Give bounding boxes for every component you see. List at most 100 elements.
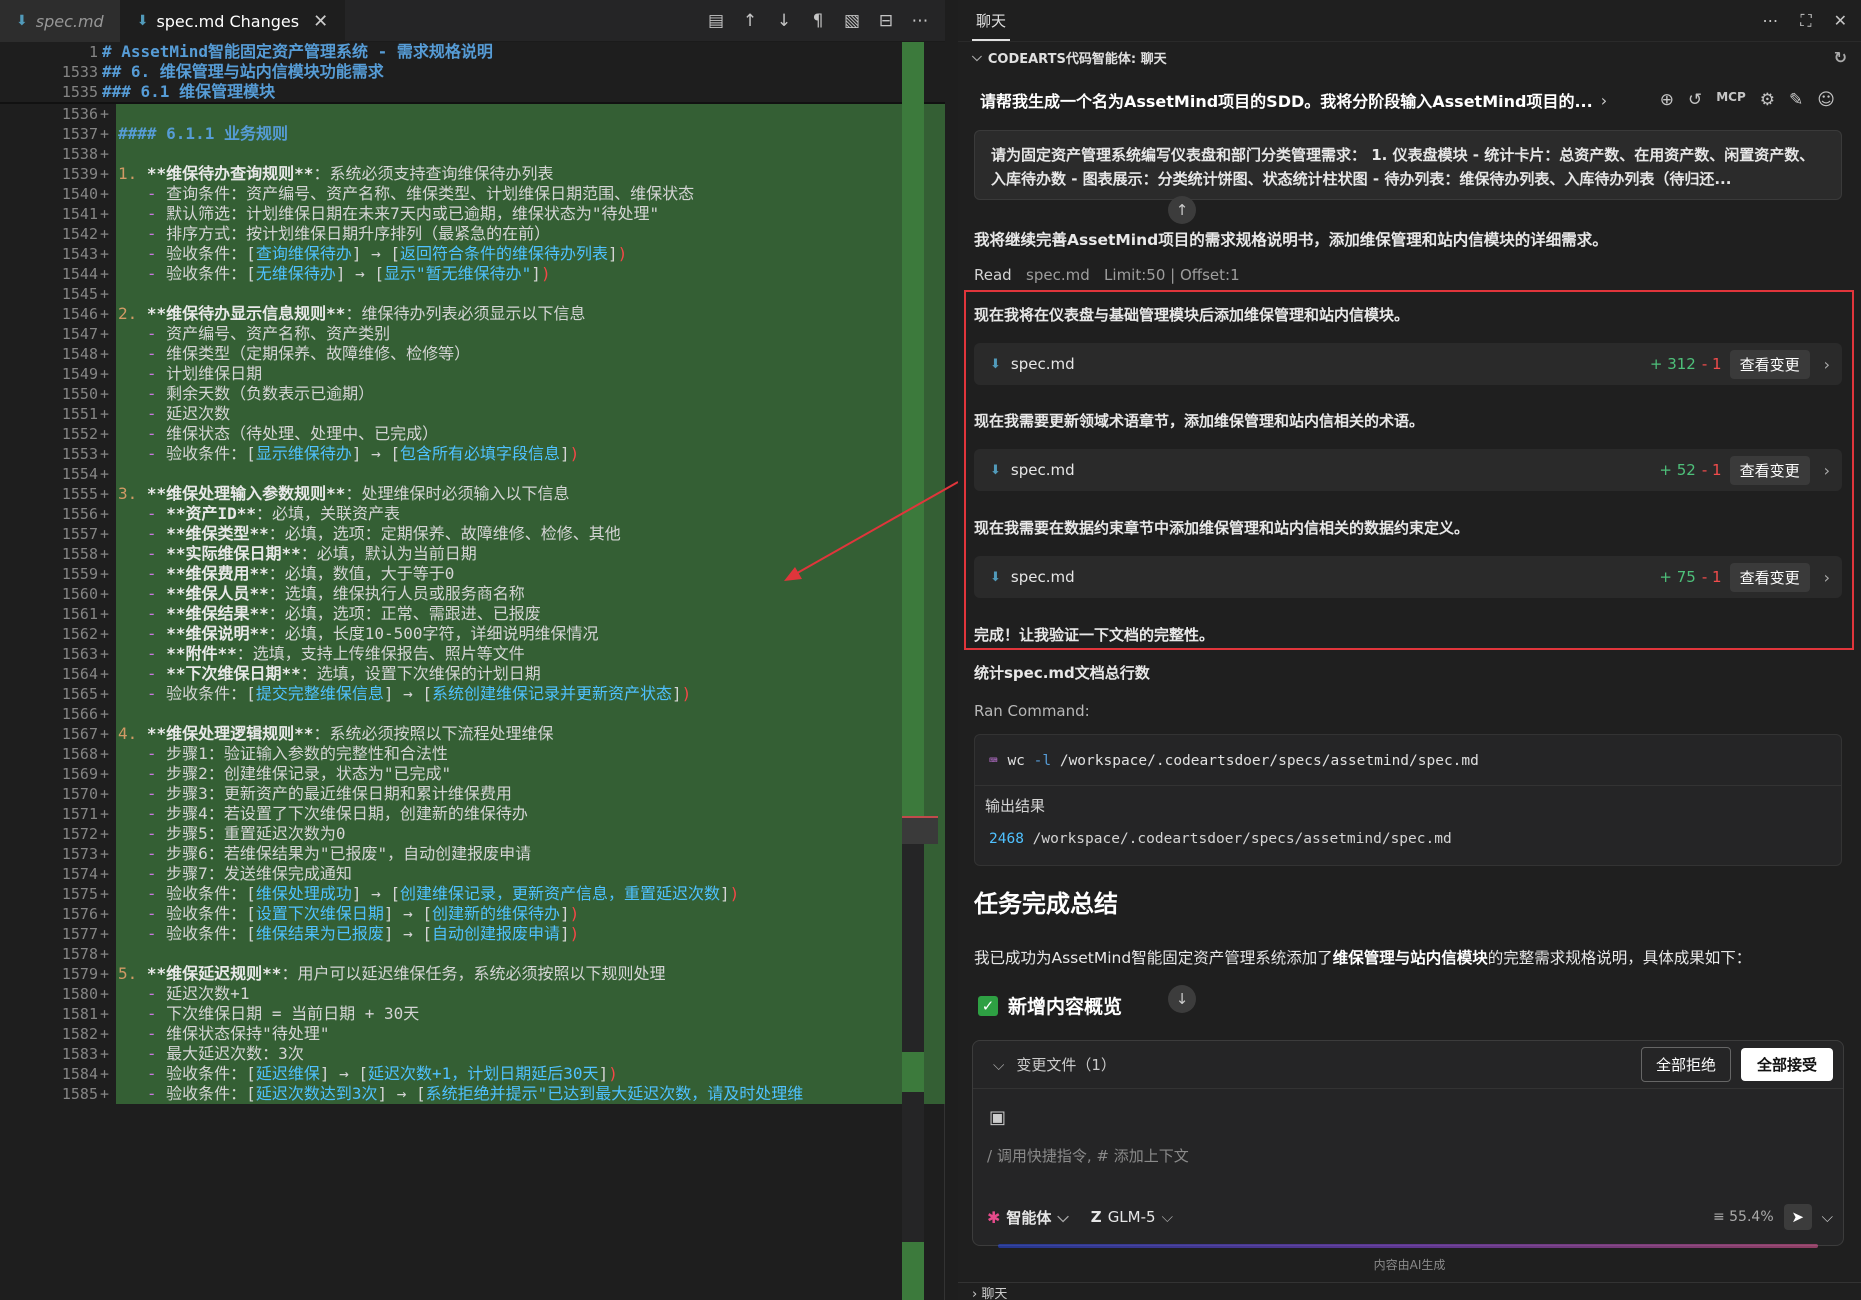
question-bar[interactable]: 请帮我生成一个名为AssetMind项目的SDD。我将分阶段输入AssetMin… <box>958 80 1861 120</box>
code-line[interactable]: 1565 + - 验收条件：[提交完整维保信息] → [系统创建维保记录并更新资产… <box>0 684 945 704</box>
code-line[interactable]: 1549 + - 计划维保日期 <box>0 364 945 384</box>
code-line[interactable]: 1559 + - **维保费用**：必填，数值，大于等于0 <box>0 564 945 584</box>
code-line[interactable]: 1540 + - 查询条件：资产编号、资产名称、维保类型、计划维保日期范围、维保状… <box>0 184 945 204</box>
changed-files-bar[interactable]: ⌵ 变更文件（1） 全部拒绝 全部接受 <box>973 1041 1843 1089</box>
code-line[interactable]: 1574 + - 步骤7：发送维保完成通知 <box>0 864 945 884</box>
code-line[interactable]: 1566 + <box>0 704 945 724</box>
code-line[interactable]: 1547 + - 资产编号、资产名称、资产类别 <box>0 324 945 344</box>
close-icon[interactable]: ✕ <box>1834 11 1847 31</box>
code-line[interactable]: 1556 + - **资产ID**：必填，关联资产表 <box>0 504 945 524</box>
code-line[interactable]: 1546 +2. **维保待办显示信息规则**：维保待办列表必须显示以下信息 <box>0 304 945 324</box>
user-icon[interactable]: ☺ <box>1817 90 1835 110</box>
chevron-down-icon[interactable]: ⌵ <box>993 1056 1004 1074</box>
code-line[interactable]: 1569 + - 步骤2：创建维保记录，状态为"已完成" <box>0 764 945 784</box>
code-line[interactable]: 1581 + - 下次维保日期 = 当前日期 + 30天 <box>0 1004 945 1024</box>
view-changes-button[interactable]: 查看变更 <box>1729 349 1810 379</box>
code-line[interactable]: 1580 + - 延迟次数+1 <box>0 984 945 1004</box>
arrow-down-icon[interactable]: ↓ <box>773 10 795 32</box>
diff-code-view[interactable]: 1 # AssetMind智能固定资产管理系统 - 需求规格说明 1533 ## 6.… <box>0 42 945 1300</box>
scroll-position-marker[interactable] <box>902 816 938 844</box>
agent-section-header[interactable]: ⌵ CODEARTS代码智能体: 聊天 ↻ <box>958 42 1861 72</box>
chevron-right-icon[interactable]: › <box>1824 568 1830 587</box>
mcp-icon[interactable]: MCP <box>1716 90 1746 110</box>
arrow-up-icon[interactable]: ↑ <box>739 10 761 32</box>
code-line[interactable]: 1555 +3. **维保处理输入参数规则**：处理维保时必须输入以下信息 <box>0 484 945 504</box>
code-line[interactable]: 1 # AssetMind智能固定资产管理系统 - 需求规格说明 <box>0 42 945 62</box>
code-line[interactable]: 1579 +5. **维保延迟规则**：用户可以延迟维保任务，系统必须按照以下规则… <box>0 964 945 984</box>
accept-all-button[interactable]: 全部接受 <box>1740 1048 1833 1081</box>
layout-icon[interactable]: ▤ <box>705 10 727 32</box>
notes-icon[interactable]: ✎ <box>1789 90 1803 110</box>
refresh-icon[interactable]: ↻ <box>1834 48 1847 67</box>
chevron-down-icon[interactable]: ⌵ <box>1822 1208 1833 1226</box>
code-line[interactable]: 1551 + - 延迟次数 <box>0 404 945 424</box>
code-line[interactable]: 1573 + - 步骤6：若维保结果为"已报废"，自动创建报废申请 <box>0 844 945 864</box>
code-line[interactable]: 1563 + - **附件**：选填，支持上传维保报告、照片等文件 <box>0 644 945 664</box>
maximize-icon[interactable]: ⛶ <box>1800 11 1811 31</box>
chat-input[interactable]: / 调用快捷指令, # 添加上下文 <box>987 1145 1189 1166</box>
code-line[interactable]: 1568 + - 步骤1：验证输入参数的完整性和合法性 <box>0 744 945 764</box>
overview-ruler[interactable] <box>902 42 924 1300</box>
code-line[interactable]: 1560 + - **维保人员**：选填，维保执行人员或服务商名称 <box>0 584 945 604</box>
add-icon[interactable]: ⊕ <box>1660 90 1674 110</box>
code-line[interactable]: 1576 + - 验收条件：[设置下次维保日期] → [创建新的维保待办]) <box>0 904 945 924</box>
read-file[interactable]: spec.md <box>1026 266 1090 284</box>
tab-spec-md[interactable]: ⬇ spec.md <box>0 0 121 42</box>
code-line[interactable]: 1572 + - 步骤5：重置延迟次数为0 <box>0 824 945 844</box>
code-line[interactable]: 1550 + - 剩余天数（负数表示已逾期） <box>0 384 945 404</box>
view-changes-button[interactable]: 查看变更 <box>1729 562 1810 592</box>
file-change-card[interactable]: ⬇ spec.md + 75 - 1 查看变更 › <box>974 556 1842 598</box>
tab-spec-md-changes[interactable]: ⬇ spec.md Changes ✕ <box>120 0 346 42</box>
code-line[interactable]: 1567 +4. **维保处理逻辑规则**：系统必须按照以下流程处理维保 <box>0 724 945 744</box>
code-line[interactable]: 1553 + - 验收条件：[显示维保待办] → [包含所有必填字段信息]) <box>0 444 945 464</box>
model-selector[interactable]: Z GLM-5 ⌵ <box>1091 1208 1173 1226</box>
code-line[interactable]: 1557 + - **维保类型**：必填，选项：定期保养、故障维修、检修、其他 <box>0 524 945 544</box>
more-icon[interactable]: ⋯ <box>1762 11 1778 31</box>
code-line[interactable]: 1583 + - 最大延迟次数：3次 <box>0 1044 945 1064</box>
code-line[interactable]: 1538 + <box>0 144 945 164</box>
code-line[interactable]: 1562 + - **维保说明**：必填，长度10-500字符，详细说明维保情况 <box>0 624 945 644</box>
code-line[interactable]: 1564 + - **下次维保日期**：选填，设置下次维保的计划日期 <box>0 664 945 684</box>
mode-selector[interactable]: ✱ 智能体 ⌵ <box>987 1207 1069 1228</box>
code-line[interactable]: 1578 + <box>0 944 945 964</box>
code-line[interactable]: 1577 + - 验收条件：[维保结果为已报废] → [自动创建报废申请]) <box>0 924 945 944</box>
file-change-card[interactable]: ⬇ spec.md + 312 - 1 查看变更 › <box>974 343 1842 385</box>
code-line[interactable]: 1575 + - 验收条件：[维保处理成功] → [创建维保记录，更新资产信息，重… <box>0 884 945 904</box>
view-changes-button[interactable]: 查看变更 <box>1729 455 1810 485</box>
history-icon[interactable]: ↺ <box>1688 90 1702 110</box>
code-line[interactable]: 1541 + - 默认筛选：计划维保日期在未来7天内或已逾期，维保状态为"待处理" <box>0 204 945 224</box>
split-icon[interactable]: ⊟ <box>875 10 897 32</box>
chat-tab[interactable]: 聊天 <box>972 0 1011 41</box>
code-line[interactable]: 1535 ### 6.1 维保管理模块 <box>0 82 945 102</box>
code-line[interactable]: 1539 +1. **维保待办查询规则**：系统必须支持查询维保待办列表 <box>0 164 945 184</box>
scroll-down-icon[interactable]: ↓ <box>1168 985 1196 1013</box>
chevron-right-icon[interactable]: › <box>1824 355 1830 374</box>
code-line[interactable]: 1582 + - 维保状态保持"待处理" <box>0 1024 945 1044</box>
map-icon[interactable]: ▧ <box>841 10 863 32</box>
more-icon[interactable]: ⋯ <box>909 10 931 32</box>
image-upload-icon[interactable]: ▣ <box>989 1107 1006 1128</box>
code-line[interactable]: 1542 + - 排序方式：按计划维保日期升序排列（最紧急的在前） <box>0 224 945 244</box>
code-line[interactable]: 1536 + <box>0 104 945 124</box>
code-line[interactable]: 1585 + - 验收条件：[延迟次数达到3次] → [系统拒绝并提示"已达到最大… <box>0 1084 945 1104</box>
code-line[interactable]: 1571 + - 步骤4：若设置了下次维保日期，创建新的维保待办 <box>0 804 945 824</box>
scroll-up-icon[interactable]: ↑ <box>1168 196 1196 224</box>
settings-icon[interactable]: ⚙ <box>1760 90 1775 110</box>
close-icon[interactable]: ✕ <box>313 11 328 32</box>
code-line[interactable]: 1570 + - 步骤3：更新资产的最近维保日期和累计维保费用 <box>0 784 945 804</box>
chat-footer[interactable]: › 聊天 <box>958 1282 1861 1300</box>
file-change-card[interactable]: ⬇ spec.md + 52 - 1 查看变更 › <box>974 449 1842 491</box>
code-line[interactable]: 1544 + - 验收条件：[无维保待办] → [显示"暂无维保待办"]) <box>0 264 945 284</box>
code-line[interactable]: 1584 + - 验收条件：[延迟维保] → [延迟次数+1，计划日期延后30天]… <box>0 1064 945 1084</box>
send-button[interactable]: ➤ <box>1783 1204 1812 1230</box>
pilcrow-icon[interactable]: ¶ <box>807 10 829 32</box>
code-line[interactable]: 1533 ## 6. 维保管理与站内信模块功能需求 <box>0 62 945 82</box>
code-line[interactable]: 1554 + <box>0 464 945 484</box>
chevron-right-icon[interactable]: › <box>1601 91 1607 110</box>
code-line[interactable]: 1545 + <box>0 284 945 304</box>
collapse-chevron-icon[interactable]: ⌵ <box>972 50 982 65</box>
code-line[interactable]: 1543 + - 验收条件：[查询维保待办] → [返回符合条件的维保待办列表]) <box>0 244 945 264</box>
code-line[interactable]: 1548 + - 维保类型（定期保养、故障维修、检修等） <box>0 344 945 364</box>
code-line[interactable]: 1561 + - **维保结果**：必填，选项：正常、需跟进、已报废 <box>0 604 945 624</box>
code-line[interactable]: 1537 + #### 6.1.1 业务规则 <box>0 124 945 144</box>
